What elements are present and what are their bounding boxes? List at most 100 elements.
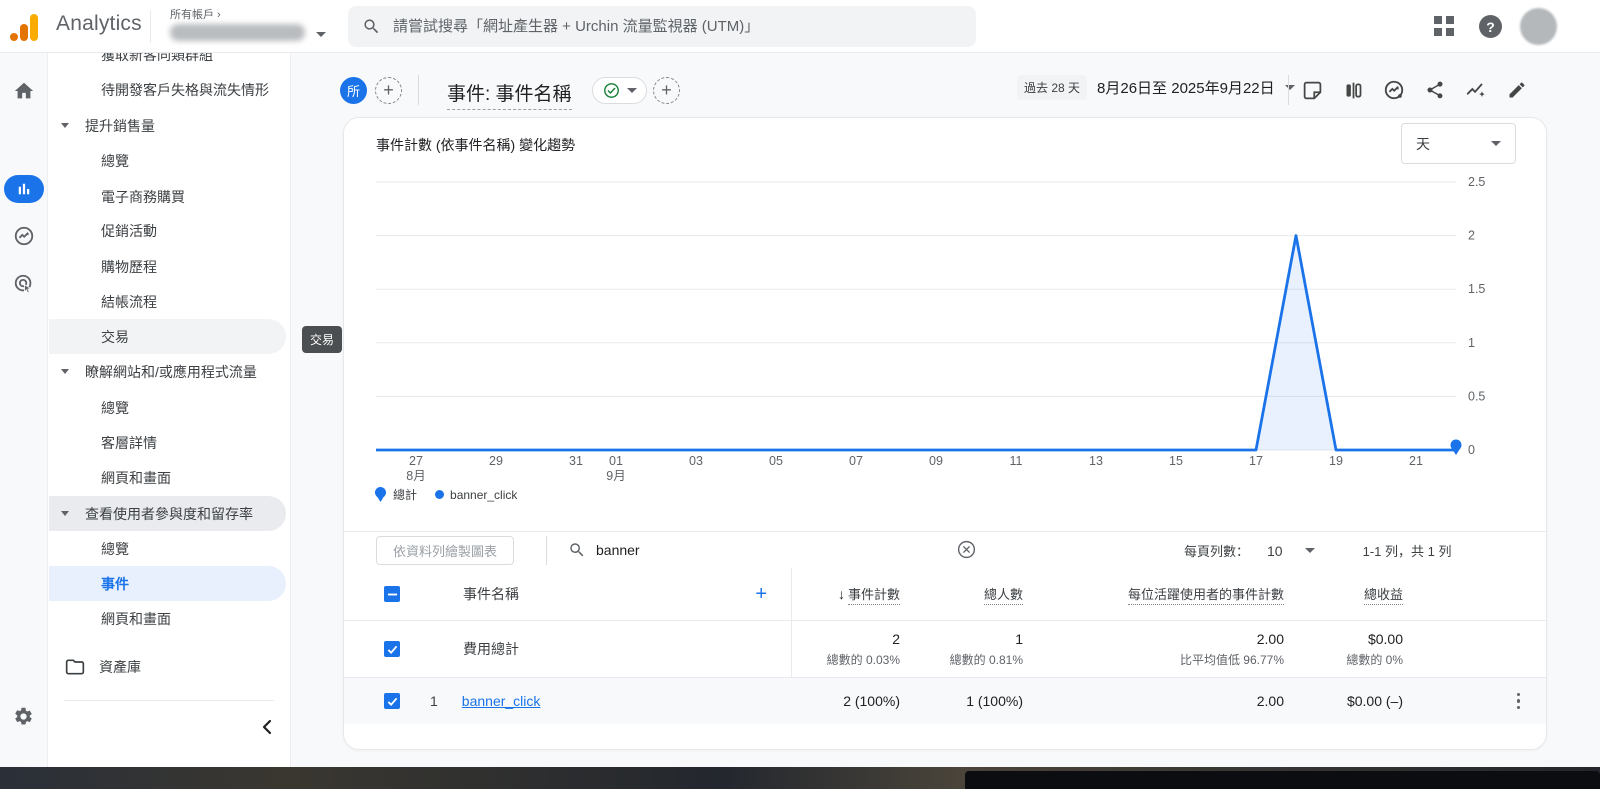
report-card: 事件計數 (依事件名稱) 變化趨勢 天 2.5 2 1.5 1 0.5 0 27 8月 29 31… bbox=[343, 117, 1547, 750]
row-checkbox[interactable] bbox=[384, 693, 400, 709]
series-dot-icon bbox=[435, 490, 445, 499]
svg-text:0: 0 bbox=[1468, 443, 1475, 457]
account-caret-icon[interactable] bbox=[316, 32, 326, 37]
row-count-per-user: 2.00 bbox=[1256, 693, 1284, 709]
sidebar-item-pages-screens-traffic[interactable]: 網頁和畫面 bbox=[49, 460, 286, 495]
row-total-users: 1 (100%) bbox=[966, 693, 1023, 709]
notes-icon[interactable] bbox=[1299, 77, 1325, 103]
table-search-input[interactable] bbox=[596, 536, 916, 564]
comparison-icon[interactable] bbox=[1340, 77, 1366, 103]
help-icon[interactable]: ? bbox=[1479, 15, 1502, 38]
totals-checkbox[interactable] bbox=[384, 641, 400, 657]
svg-text:07: 07 bbox=[849, 454, 863, 468]
collapse-sidebar-button[interactable] bbox=[252, 713, 280, 741]
sidebar-item-library[interactable]: 資產庫 bbox=[49, 649, 286, 685]
sidebar-item-overview-sales[interactable]: 總覽 bbox=[49, 143, 286, 178]
chevron-left-icon bbox=[262, 719, 271, 735]
left-rail bbox=[0, 53, 48, 767]
global-search[interactable] bbox=[348, 6, 976, 47]
reports-nav-icon[interactable] bbox=[4, 175, 44, 203]
report-status-pill[interactable] bbox=[592, 77, 647, 104]
event-name-link[interactable]: banner_click bbox=[462, 693, 541, 709]
svg-text:17: 17 bbox=[1249, 454, 1263, 468]
row-index: 1 bbox=[430, 693, 438, 709]
search-icon bbox=[364, 19, 379, 34]
sidebar-item-overview-engagement[interactable]: 總覽 bbox=[49, 531, 286, 566]
select-all-checkbox[interactable] bbox=[384, 586, 400, 602]
report-title[interactable]: 事件: 事件名稱 bbox=[447, 79, 572, 110]
insights-icon[interactable] bbox=[1381, 77, 1407, 103]
sidebar-item-events[interactable]: 事件 bbox=[49, 566, 286, 601]
global-search-input[interactable] bbox=[393, 18, 933, 35]
column-header-event-count[interactable]: 事件計數 bbox=[847, 587, 900, 605]
sidebar-group-engagement[interactable]: 查看使用者參與度和留存率 bbox=[49, 496, 286, 531]
add-report-tab-button[interactable]: + bbox=[653, 77, 680, 104]
totals-event-count: 2 bbox=[892, 630, 900, 647]
all-users-segment-chip[interactable]: 所 bbox=[340, 77, 367, 104]
chevron-down-icon[interactable] bbox=[1304, 548, 1315, 553]
totals-count-per-user: 2.00 bbox=[1256, 630, 1284, 647]
edit-pencil-icon[interactable] bbox=[1504, 77, 1530, 103]
svg-text:8月: 8月 bbox=[406, 469, 425, 481]
explore-nav-icon[interactable] bbox=[11, 223, 37, 249]
apps-grid-icon[interactable] bbox=[1434, 16, 1454, 36]
report-actions bbox=[1299, 77, 1530, 103]
pin-marker-icon bbox=[375, 486, 386, 502]
row-event-count: 2 (100%) bbox=[843, 693, 900, 709]
date-range-badge: 過去 28 天 bbox=[1017, 75, 1088, 100]
svg-text:2.5: 2.5 bbox=[1468, 175, 1485, 189]
plot-rows-button[interactable]: 依資料列繪製圖表 bbox=[376, 536, 515, 565]
sidebar-group-traffic[interactable]: 瞭解網站和/或應用程式流量 bbox=[49, 354, 286, 389]
home-icon[interactable] bbox=[11, 78, 37, 104]
collapse-triangle-icon bbox=[61, 511, 69, 516]
advertising-nav-icon[interactable] bbox=[11, 271, 37, 297]
add-comparison-button[interactable]: + bbox=[375, 77, 402, 104]
chevron-down-icon bbox=[626, 88, 637, 93]
sidebar-item-purchase-journey[interactable]: 購物歷程 bbox=[49, 249, 286, 284]
svg-text:9月: 9月 bbox=[606, 469, 625, 481]
trend-chart[interactable]: 2.5 2 1.5 1 0.5 0 27 8月 29 31 01 9月 03 05 07 09 11 13 15 17… bbox=[376, 171, 1516, 483]
table-search[interactable] bbox=[568, 536, 916, 564]
column-header-count-per-user[interactable]: 每位活躍使用者的事件計數 bbox=[1127, 587, 1284, 605]
sidebar-group-drive-sales[interactable]: 提升銷售量 bbox=[49, 108, 286, 143]
folder-icon bbox=[65, 659, 85, 675]
check-circle-icon bbox=[603, 83, 619, 98]
avatar[interactable] bbox=[1520, 8, 1557, 45]
account-name-blurred[interactable] bbox=[170, 24, 305, 41]
sidebar: 獲取新客同類群組 待開發客戶失格與流失情形 提升銷售量 總覽 電子商務購買 促銷… bbox=[48, 53, 291, 767]
chart-title: 事件計數 (依事件名稱) 變化趨勢 bbox=[376, 137, 576, 153]
column-header-total-users[interactable]: 總人數 bbox=[983, 587, 1023, 605]
line-chart: 2.5 2 1.5 1 0.5 0 278月 29 31 019月 03 05 07 09 11 13 15 17… bbox=[376, 175, 1485, 483]
sidebar-item-transactions[interactable]: 交易 bbox=[49, 319, 286, 354]
svg-text:2: 2 bbox=[1468, 229, 1475, 243]
add-column-icon[interactable]: + bbox=[755, 583, 767, 606]
account-breadcrumb[interactable]: 所有帳戶 › bbox=[170, 6, 221, 22]
date-range-selector[interactable]: 過去 28 天 8月26日至 2025年9月22日 bbox=[1017, 75, 1295, 100]
sidebar-item-promotions[interactable]: 促銷活動 bbox=[49, 213, 286, 248]
sidebar-item-overview-traffic[interactable]: 總覽 bbox=[49, 390, 286, 425]
analytics-logo-icon[interactable] bbox=[10, 13, 40, 41]
row-menu-kebab-icon[interactable] bbox=[1516, 692, 1520, 710]
rows-per-page-value[interactable]: 10 bbox=[1267, 543, 1283, 559]
sidebar-item-audience-details[interactable]: 客層詳情 bbox=[49, 425, 286, 460]
divider bbox=[64, 700, 274, 701]
chevron-down-icon bbox=[1284, 85, 1295, 90]
sort-desc-icon: ↓ bbox=[837, 586, 845, 602]
share-icon[interactable] bbox=[1422, 77, 1448, 103]
clear-search-icon[interactable] bbox=[956, 539, 977, 565]
sidebar-item-ecommerce-purchases[interactable]: 電子商務購買 bbox=[49, 179, 286, 214]
admin-gear-icon[interactable] bbox=[11, 703, 37, 729]
sidebar-item-lead-disqualification[interactable]: 待開發客戶失格與流失情形 bbox=[49, 72, 286, 107]
sidebar-item-pages-screens-engagement[interactable]: 網頁和畫面 bbox=[49, 601, 286, 636]
collapse-triangle-icon bbox=[61, 123, 69, 128]
table-row[interactable]: 1 banner_click 2 (100%) 1 (100%) 2.00 $0… bbox=[344, 678, 1546, 724]
svg-text:0.5: 0.5 bbox=[1468, 389, 1485, 403]
sidebar-item-acquisition-cohorts[interactable]: 獲取新客同類群組 bbox=[49, 53, 286, 72]
svg-text:01: 01 bbox=[609, 454, 623, 468]
column-header-total-revenue[interactable]: 總收益 bbox=[1363, 587, 1403, 605]
sidebar-item-checkout-journey[interactable]: 結帳流程 bbox=[49, 284, 286, 319]
column-header-event-name[interactable]: 事件名稱 bbox=[420, 584, 519, 604]
interval-select[interactable]: 天 bbox=[1401, 123, 1516, 164]
sparkline-insights-icon[interactable] bbox=[1463, 77, 1489, 103]
divider bbox=[418, 75, 419, 105]
